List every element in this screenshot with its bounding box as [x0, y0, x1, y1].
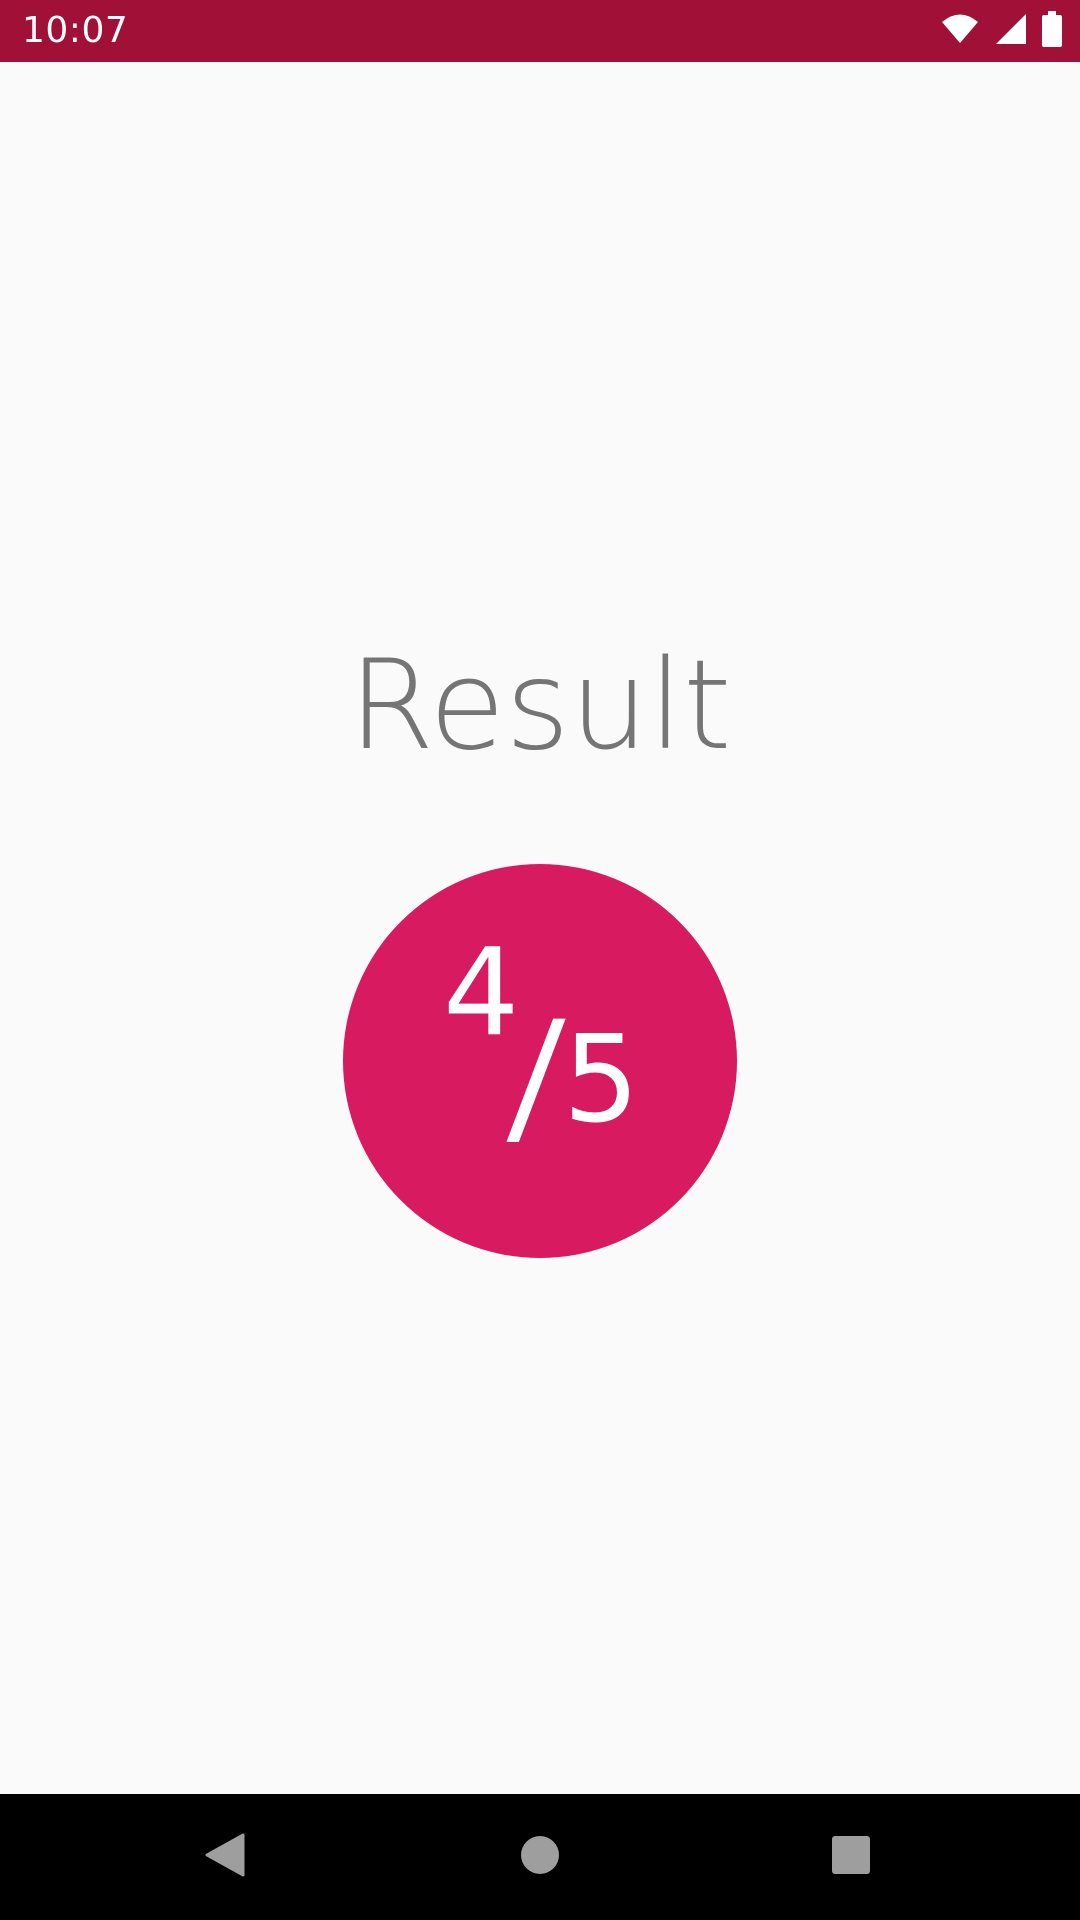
back-button[interactable] — [190, 1822, 260, 1892]
score-value: 4 — [443, 924, 520, 1063]
score-total: 5 — [563, 1011, 640, 1150]
status-bar: 10:07 — [0, 0, 1080, 62]
back-icon — [205, 1833, 245, 1881]
recents-icon — [831, 1835, 871, 1879]
status-time: 10:07 — [22, 10, 129, 51]
home-button[interactable] — [505, 1822, 575, 1892]
status-icons — [940, 11, 1062, 51]
wifi-icon — [940, 13, 980, 49]
result-screen: 10:07 Result 4 / 5 — [0, 0, 1080, 1920]
main-content: Result 4 / 5 — [0, 62, 1080, 1794]
battery-icon — [1042, 11, 1062, 51]
score-badge: 4 / 5 — [343, 864, 737, 1258]
home-icon — [520, 1835, 560, 1879]
navigation-bar — [0, 1794, 1080, 1920]
score-separator: / — [504, 990, 568, 1164]
result-title: Result — [348, 634, 732, 778]
recents-button[interactable] — [816, 1822, 886, 1892]
cellular-signal-icon — [994, 12, 1028, 50]
